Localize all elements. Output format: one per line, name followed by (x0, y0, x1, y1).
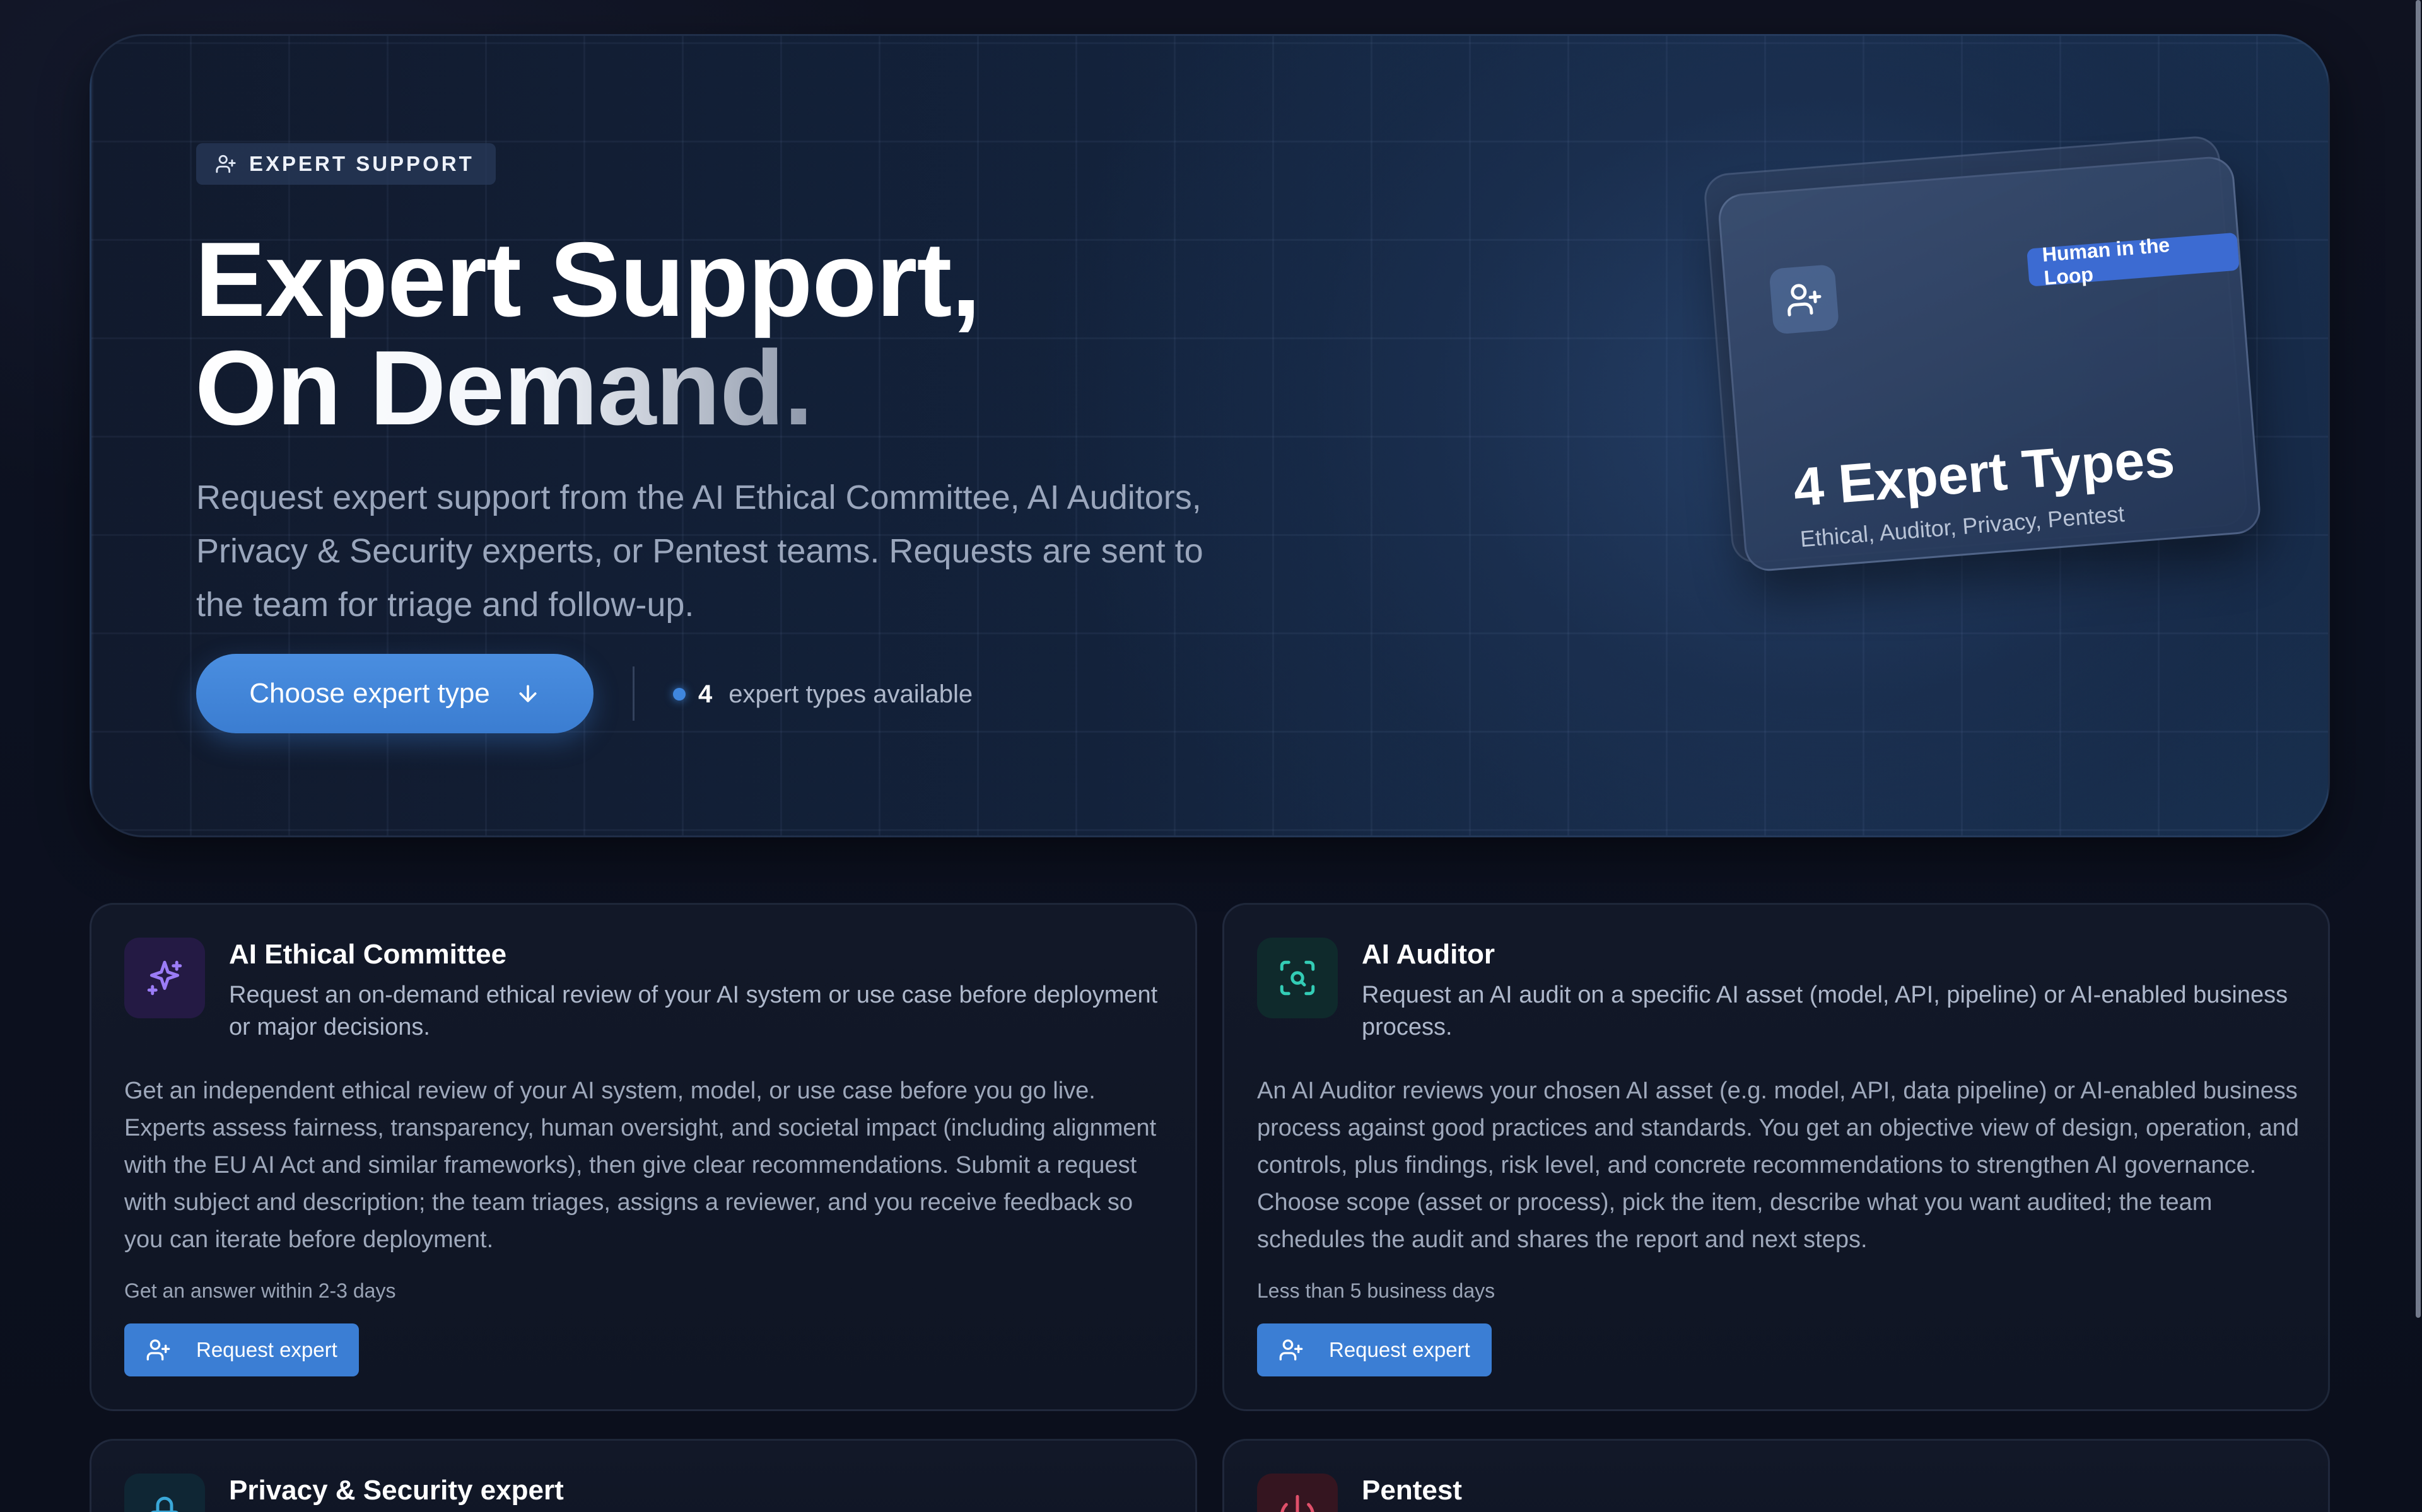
scrollbar-thumb[interactable] (2416, 0, 2421, 1318)
expert-title: AI Ethical Committee (229, 939, 507, 970)
user-plus-icon (1279, 1339, 1303, 1361)
sparkle-icon (147, 960, 182, 996)
page: EXPERT SUPPORT Expert Support, On Demand… (0, 0, 2422, 1512)
scan-search-icon (1280, 960, 1315, 996)
user-plus-icon (1787, 284, 1822, 317)
expert-description: Get an independent ethical review of you… (124, 1078, 1157, 1253)
hero-eyebrow-label: EXPERT SUPPORT (249, 152, 474, 175)
expert-response-time: Get an answer within 2-3 days (124, 1279, 396, 1302)
status-dot-icon (673, 688, 686, 701)
expert-icon-tile (1257, 938, 1338, 1018)
page-title-line2: On Demand. (195, 329, 813, 447)
hero-banner: EXPERT SUPPORT Expert Support, On Demand… (90, 34, 2330, 837)
hero-eyebrow: EXPERT SUPPORT (196, 143, 496, 185)
choose-expert-type-button[interactable]: Choose expert type (196, 654, 594, 733)
expert-types-card-stack: Human in the Loop 4 Expert Types Ethical… (1691, 134, 2288, 594)
hero-divider (633, 666, 635, 721)
stack-card-front: Human in the Loop 4 Expert Types Ethical… (1716, 154, 2262, 573)
request-expert-button[interactable]: Request expert (1257, 1323, 1492, 1376)
page-title-line1: Expert Support, (195, 220, 981, 339)
expert-summary: Request an AI audit on a specific AI ass… (1362, 982, 2288, 1040)
user-plus-icon (216, 154, 236, 173)
arrow-down-icon (519, 685, 537, 702)
expert-icon-tile (124, 1474, 205, 1512)
page-scrollbar[interactable] (2414, 0, 2422, 1512)
expert-card-pentest: Pentest (1222, 1439, 2330, 1512)
expert-icon-tile (1257, 1474, 1338, 1512)
expert-response-time: Less than 5 business days (1257, 1279, 1495, 1302)
expert-types-available: 4 expert types available (673, 677, 973, 712)
expert-summary: Request an on-demand ethical review of y… (229, 982, 1158, 1040)
expert-card-ai-ethical-committee: AI Ethical Committee Request an on-deman… (90, 903, 1197, 1411)
lock-icon (151, 1496, 178, 1512)
human-in-the-loop-badge: Human in the Loop (2027, 232, 2240, 289)
expert-title: Privacy & Security expert (229, 1475, 564, 1506)
choose-expert-type-label: Choose expert type (249, 678, 490, 709)
expert-description: An AI Auditor reviews your chosen AI ass… (1257, 1078, 2299, 1253)
expert-types-available-label: expert types available (728, 680, 973, 708)
request-expert-button[interactable]: Request expert (124, 1323, 359, 1376)
page-title: Expert Support, On Demand. (195, 220, 981, 447)
request-expert-label: Request expert (196, 1338, 337, 1361)
expert-icon-tile (124, 938, 205, 1018)
stack-icon-tile (1769, 264, 1840, 335)
expert-card-ai-auditor: AI Auditor Request an AI audit on a spec… (1222, 903, 2330, 1411)
expert-card-privacy-security: Privacy & Security expert (90, 1439, 1197, 1512)
hero-description: Request expert support from the AI Ethic… (196, 479, 1203, 624)
expert-types-count: 4 (698, 680, 713, 708)
expert-title: AI Auditor (1362, 939, 1495, 970)
expert-title: Pentest (1362, 1475, 1462, 1506)
user-plus-icon (146, 1339, 170, 1361)
power-icon (1280, 1495, 1314, 1512)
request-expert-label: Request expert (1329, 1338, 1470, 1361)
